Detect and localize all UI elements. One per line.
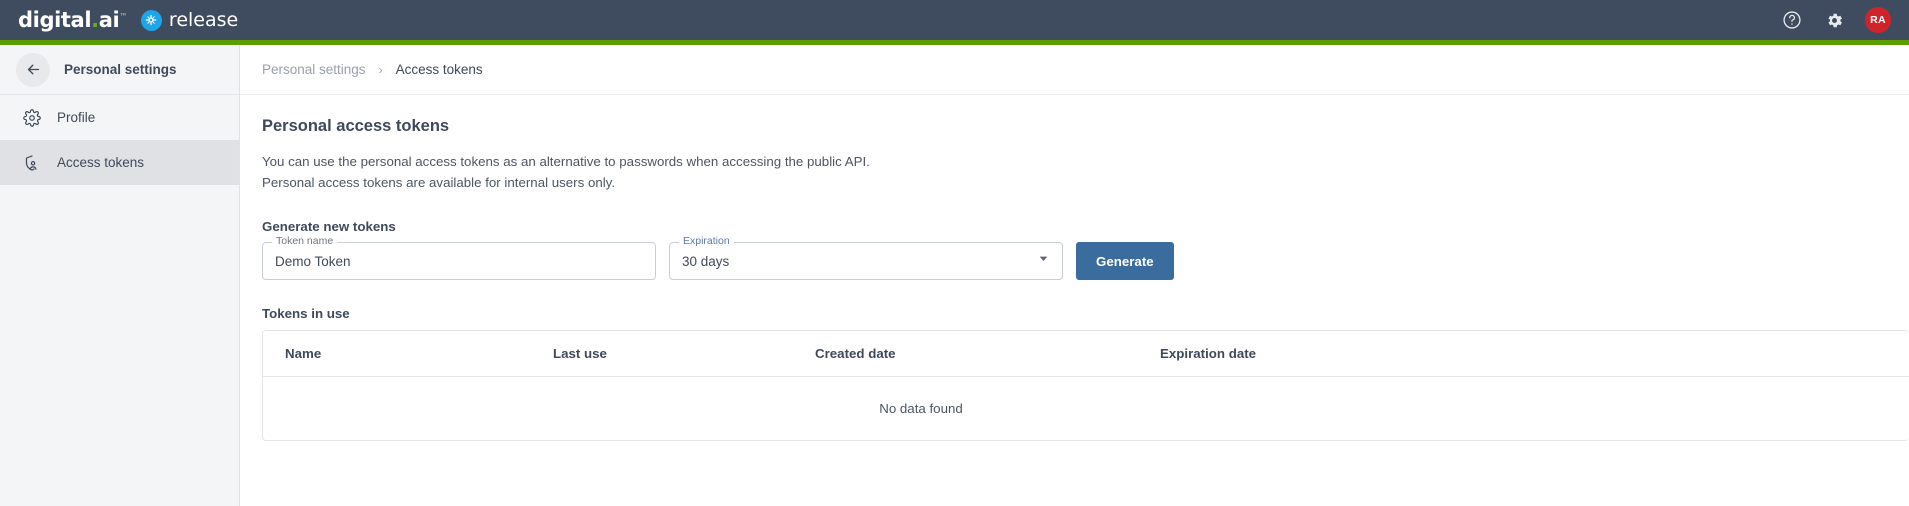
top-navigation-bar: digital.ai™ release RA: [0, 0, 1909, 40]
brand-logo[interactable]: digital.ai™ release: [18, 8, 238, 32]
breadcrumb-current: Access tokens: [395, 62, 483, 77]
main-content: Personal settings › Access tokens Person…: [240, 45, 1909, 506]
sidebar-header: Personal settings: [0, 45, 239, 95]
description-line-2: Personal access tokens are available for…: [262, 174, 616, 190]
content-area: Personal access tokens You can use the p…: [240, 95, 1909, 442]
shield-person-icon: [22, 153, 41, 172]
tokens-table-container: Name Last use Created date Expiration da…: [262, 330, 1909, 442]
sidebar-item-label: Profile: [57, 110, 96, 125]
sidebar-item-profile[interactable]: Profile: [0, 95, 239, 140]
token-name-field[interactable]: Token name: [262, 236, 656, 281]
generate-section-label: Generate new tokens: [262, 219, 396, 235]
table-empty-row: No data found: [263, 377, 1909, 441]
breadcrumb: Personal settings › Access tokens: [240, 45, 1909, 95]
generate-token-form: Token name Expiration 30 days Generate: [262, 236, 1887, 281]
sidebar-item-access-tokens[interactable]: Access tokens: [0, 140, 239, 185]
arrow-left-icon[interactable]: [16, 52, 50, 87]
tokens-in-use-label: Tokens in use: [262, 306, 350, 322]
no-data-message: No data found: [879, 401, 963, 417]
page-body: Personal settings Profile Access tokens: [0, 45, 1909, 506]
release-icon: [140, 9, 162, 31]
help-circle-icon[interactable]: [1781, 9, 1803, 31]
settings-sidebar: Personal settings Profile Access tokens: [0, 45, 240, 506]
generate-button[interactable]: Generate: [1076, 242, 1174, 281]
token-name-label: Token name: [272, 236, 338, 247]
release-product-logo: release: [140, 9, 239, 31]
digitalai-wordmark: digital.ai™: [18, 8, 127, 32]
expiration-select[interactable]: Expiration 30 days: [669, 236, 1063, 281]
description-line-1: You can use the personal access tokens a…: [262, 154, 870, 169]
tokens-table: Name Last use Created date Expiration da…: [263, 331, 1909, 440]
release-wordmark: release: [168, 9, 239, 31]
page-title: Personal access tokens: [262, 117, 450, 135]
user-avatar[interactable]: RA: [1865, 7, 1891, 33]
column-header-last-use: Last use: [553, 331, 815, 378]
sidebar-item-label: Access tokens: [57, 155, 145, 170]
table-body: No data found: [263, 377, 1909, 441]
topbar-actions: RA: [1781, 7, 1891, 33]
table-header-row: Name Last use Created date Expiration da…: [263, 331, 1909, 378]
chevron-down-icon[interactable]: [1037, 252, 1050, 270]
breadcrumb-separator-icon: ›: [378, 62, 383, 77]
expiration-label: Expiration: [679, 236, 734, 247]
breadcrumb-parent[interactable]: Personal settings: [262, 62, 366, 77]
column-header-expiration-date: Expiration date: [1160, 331, 1909, 378]
gear-icon: [22, 108, 41, 127]
sidebar-title: Personal settings: [64, 62, 177, 77]
expiration-selected-value: 30 days: [682, 253, 730, 269]
column-header-created-date: Created date: [815, 331, 1160, 378]
gear-icon[interactable]: [1823, 9, 1845, 31]
token-name-input[interactable]: [275, 253, 643, 269]
column-header-name: Name: [263, 331, 553, 378]
